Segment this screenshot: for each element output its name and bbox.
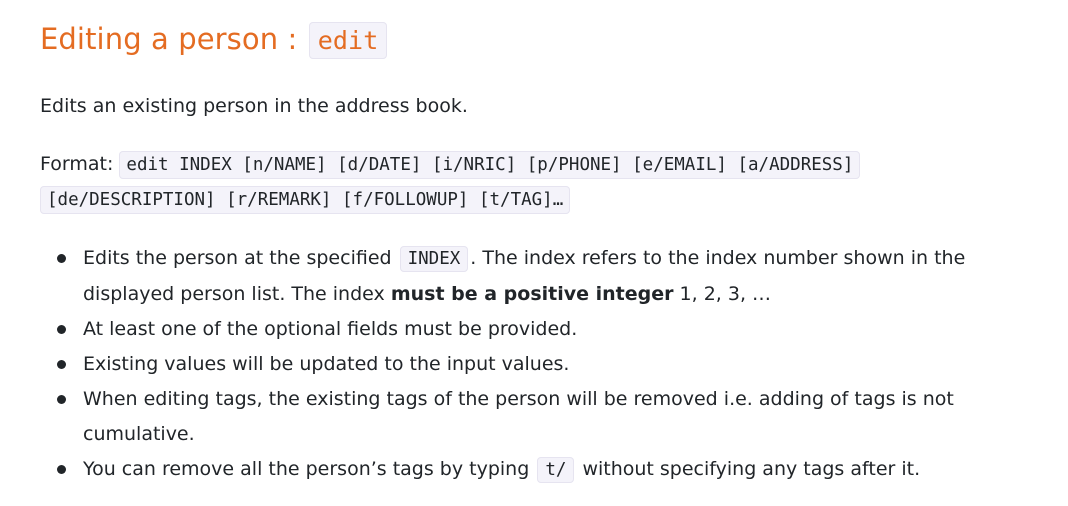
list-item-text: When editing tags, the existing tags of … — [83, 388, 954, 445]
bullet-icon — [57, 254, 66, 263]
list-item-text: You can remove all the person’s tags by … — [83, 458, 536, 480]
section-heading: Editing a person : edit — [40, 18, 1028, 62]
list-item-optional-fields: At least one of the optional fields must… — [57, 312, 1028, 347]
list-item-existing-values: Existing values will be updated to the i… — [57, 347, 1028, 382]
list-item-editing-tags: When editing tags, the existing tags of … — [57, 382, 1028, 452]
format-paragraph: Format: edit INDEX [n/NAME] [d/DATE] [i/… — [40, 147, 1030, 217]
bullet-icon — [57, 395, 66, 404]
notes-list: Edits the person at the specified INDEX.… — [40, 241, 1028, 488]
list-item-text: 1, 2, 3, … — [673, 283, 772, 305]
bullet-icon — [57, 360, 66, 369]
heading-text: Editing a person : — [40, 22, 307, 56]
document-section: Editing a person : edit Edits an existin… — [0, 0, 1068, 506]
format-code-line-1: edit INDEX [n/NAME] [d/DATE] [i/NRIC] [p… — [119, 151, 861, 179]
heading-command-code: edit — [308, 22, 388, 59]
list-item-remove-tags: You can remove all the person’s tags by … — [57, 452, 1028, 488]
section-description: Edits an existing person in the address … — [40, 95, 468, 117]
emphasis-text: must be a positive integer — [390, 283, 674, 305]
bullet-icon — [57, 465, 66, 474]
format-label: Format: — [40, 153, 120, 175]
index-code: INDEX — [399, 246, 469, 272]
list-item-text: without specifying any tags after it. — [576, 458, 921, 480]
list-item-text: At least one of the optional fields must… — [83, 318, 578, 340]
tag-prefix-code: t/ — [537, 457, 575, 483]
format-code-line-2: [de/DESCRIPTION] [r/REMARK] [f/FOLLOWUP]… — [40, 186, 571, 214]
list-item-text: Existing values will be updated to the i… — [83, 353, 570, 375]
list-item-index: Edits the person at the specified INDEX.… — [57, 241, 1028, 312]
list-item-text: Edits the person at the specified — [83, 247, 398, 269]
bullet-icon — [57, 325, 66, 334]
